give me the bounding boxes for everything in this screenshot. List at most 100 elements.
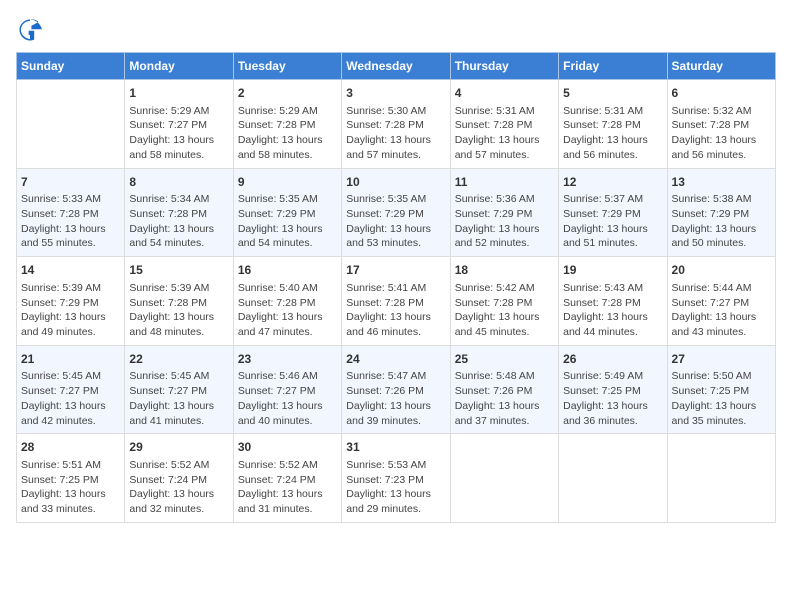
calendar-cell: 23Sunrise: 5:46 AMSunset: 7:27 PMDayligh… (233, 345, 341, 434)
weekday-header: Wednesday (342, 53, 450, 80)
weekday-header: Saturday (667, 53, 775, 80)
cell-info: Sunrise: 5:37 AMSunset: 7:29 PMDaylight:… (563, 192, 662, 251)
calendar-cell: 7Sunrise: 5:33 AMSunset: 7:28 PMDaylight… (17, 168, 125, 257)
cell-info: Sunrise: 5:52 AMSunset: 7:24 PMDaylight:… (238, 458, 337, 517)
weekday-header: Tuesday (233, 53, 341, 80)
cell-info: Sunrise: 5:51 AMSunset: 7:25 PMDaylight:… (21, 458, 120, 517)
calendar-cell: 24Sunrise: 5:47 AMSunset: 7:26 PMDayligh… (342, 345, 450, 434)
day-number: 23 (238, 351, 337, 368)
weekday-header: Monday (125, 53, 233, 80)
calendar-cell: 15Sunrise: 5:39 AMSunset: 7:28 PMDayligh… (125, 257, 233, 346)
calendar-cell: 16 Sunrise: 5:40 AMSunset: 7:28 PMDayligh… (233, 257, 341, 346)
calendar-cell: 1 Sunrise: 5:29 AMSunset: 7:27 PMDaylight… (125, 80, 233, 169)
calendar-cell: 19 Sunrise: 5:43 AMSunset: 7:28 PMDayligh… (559, 257, 667, 346)
cell-info: Sunrise: 5:53 AMSunset: 7:23 PMDaylight:… (346, 458, 445, 517)
cell-info: Sunrise: 5:39 AMSunset: 7:28 PMDaylight:… (129, 281, 228, 340)
cell-info: Sunrise: 5:29 AMSunset: 7:28 PMDaylight:… (238, 104, 337, 163)
calendar-cell (17, 80, 125, 169)
day-number: 4 (455, 85, 554, 102)
weekday-header: Sunday (17, 53, 125, 80)
calendar-cell: 9Sunrise: 5:35 AMSunset: 7:29 PMDaylight… (233, 168, 341, 257)
calendar-cell: 30Sunrise: 5:52 AMSunset: 7:24 PMDayligh… (233, 434, 341, 523)
calendar-week-row: 7Sunrise: 5:33 AMSunset: 7:28 PMDaylight… (17, 168, 776, 257)
calendar-cell: 27Sunrise: 5:50 AMSunset: 7:25 PMDayligh… (667, 345, 775, 434)
day-number: 21 (21, 351, 120, 368)
logo (16, 16, 48, 44)
day-number: 9 (238, 174, 337, 191)
cell-info: Sunrise: 5:43 AMSunset: 7:28 PMDaylight:… (563, 281, 662, 340)
calendar-cell: 28 Sunrise: 5:51 AMSunset: 7:25 PMDayligh… (17, 434, 125, 523)
day-number: 22 (129, 351, 228, 368)
cell-info: Sunrise: 5:47 AMSunset: 7:26 PMDaylight:… (346, 369, 445, 428)
day-number: 31 (346, 439, 445, 456)
calendar-cell: 4 Sunrise: 5:31 AMSunset: 7:28 PMDaylight… (450, 80, 558, 169)
calendar-cell: 13Sunrise: 5:38 AMSunset: 7:29 PMDayligh… (667, 168, 775, 257)
day-number: 16 (238, 262, 337, 279)
cell-info: Sunrise: 5:31 AMSunset: 7:28 PMDaylight:… (563, 104, 662, 163)
calendar-cell: 11Sunrise: 5:36 AMSunset: 7:29 PMDayligh… (450, 168, 558, 257)
calendar-cell: 8Sunrise: 5:34 AMSunset: 7:28 PMDaylight… (125, 168, 233, 257)
cell-info: Sunrise: 5:32 AMSunset: 7:28 PMDaylight:… (672, 104, 771, 163)
cell-info: Sunrise: 5:46 AMSunset: 7:27 PMDaylight:… (238, 369, 337, 428)
cell-info: Sunrise: 5:45 AMSunset: 7:27 PMDaylight:… (129, 369, 228, 428)
day-number: 19 (563, 262, 662, 279)
cell-info: Sunrise: 5:35 AMSunset: 7:29 PMDaylight:… (346, 192, 445, 251)
cell-info: Sunrise: 5:44 AMSunset: 7:27 PMDaylight:… (672, 281, 771, 340)
calendar-cell: 22Sunrise: 5:45 AMSunset: 7:27 PMDayligh… (125, 345, 233, 434)
day-number: 6 (672, 85, 771, 102)
calendar-cell: 2 Sunrise: 5:29 AMSunset: 7:28 PMDaylight… (233, 80, 341, 169)
calendar-week-row: 28 Sunrise: 5:51 AMSunset: 7:25 PMDayligh… (17, 434, 776, 523)
calendar-cell: 25Sunrise: 5:48 AMSunset: 7:26 PMDayligh… (450, 345, 558, 434)
day-number: 14 (21, 262, 120, 279)
day-number: 3 (346, 85, 445, 102)
day-number: 12 (563, 174, 662, 191)
cell-info: Sunrise: 5:48 AMSunset: 7:26 PMDaylight:… (455, 369, 554, 428)
calendar-week-row: 1 Sunrise: 5:29 AMSunset: 7:27 PMDaylight… (17, 80, 776, 169)
day-number: 2 (238, 85, 337, 102)
day-number: 18 (455, 262, 554, 279)
cell-info: Sunrise: 5:52 AMSunset: 7:24 PMDaylight:… (129, 458, 228, 517)
calendar-header: SundayMondayTuesdayWednesdayThursdayFrid… (17, 53, 776, 80)
cell-info: Sunrise: 5:29 AMSunset: 7:27 PMDaylight:… (129, 104, 228, 163)
weekday-header: Thursday (450, 53, 558, 80)
calendar-cell: 18Sunrise: 5:42 AMSunset: 7:28 PMDayligh… (450, 257, 558, 346)
cell-info: Sunrise: 5:41 AMSunset: 7:28 PMDaylight:… (346, 281, 445, 340)
day-number: 7 (21, 174, 120, 191)
calendar-cell: 26Sunrise: 5:49 AMSunset: 7:25 PMDayligh… (559, 345, 667, 434)
day-number: 13 (672, 174, 771, 191)
calendar-cell: 31 Sunrise: 5:53 AMSunset: 7:23 PMDayligh… (342, 434, 450, 523)
calendar-table: SundayMondayTuesdayWednesdayThursdayFrid… (16, 52, 776, 523)
cell-info: Sunrise: 5:34 AMSunset: 7:28 PMDaylight:… (129, 192, 228, 251)
calendar-week-row: 21 Sunrise: 5:45 AMSunset: 7:27 PMDayligh… (17, 345, 776, 434)
day-number: 25 (455, 351, 554, 368)
cell-info: Sunrise: 5:49 AMSunset: 7:25 PMDaylight:… (563, 369, 662, 428)
cell-info: Sunrise: 5:39 AMSunset: 7:29 PMDaylight:… (21, 281, 120, 340)
calendar-week-row: 14 Sunrise: 5:39 AMSunset: 7:29 PMDayligh… (17, 257, 776, 346)
day-number: 17 (346, 262, 445, 279)
day-number: 8 (129, 174, 228, 191)
weekday-header: Friday (559, 53, 667, 80)
logo-icon (16, 16, 44, 44)
day-number: 28 (21, 439, 120, 456)
day-number: 24 (346, 351, 445, 368)
calendar-cell: 14 Sunrise: 5:39 AMSunset: 7:29 PMDayligh… (17, 257, 125, 346)
cell-info: Sunrise: 5:40 AMSunset: 7:28 PMDaylight:… (238, 281, 337, 340)
calendar-cell: 10Sunrise: 5:35 AMSunset: 7:29 PMDayligh… (342, 168, 450, 257)
calendar-cell: 6 Sunrise: 5:32 AMSunset: 7:28 PMDaylight… (667, 80, 775, 169)
calendar-cell: 12Sunrise: 5:37 AMSunset: 7:29 PMDayligh… (559, 168, 667, 257)
day-number: 1 (129, 85, 228, 102)
calendar-cell (559, 434, 667, 523)
cell-info: Sunrise: 5:31 AMSunset: 7:28 PMDaylight:… (455, 104, 554, 163)
calendar-cell: 21Sunrise: 5:45 AMSunset: 7:27 PMDayligh… (17, 345, 125, 434)
day-number: 11 (455, 174, 554, 191)
calendar-cell: 20Sunrise: 5:44 AMSunset: 7:27 PMDayligh… (667, 257, 775, 346)
calendar-body: 1 Sunrise: 5:29 AMSunset: 7:27 PMDaylight… (17, 80, 776, 523)
calendar-cell (450, 434, 558, 523)
day-number: 10 (346, 174, 445, 191)
day-number: 29 (129, 439, 228, 456)
calendar-cell: 29 Sunrise: 5:52 AMSunset: 7:24 PMDayligh… (125, 434, 233, 523)
day-number: 26 (563, 351, 662, 368)
calendar-cell: 17 Sunrise: 5:41 AMSunset: 7:28 PMDayligh… (342, 257, 450, 346)
day-number: 5 (563, 85, 662, 102)
page-header (16, 16, 776, 44)
